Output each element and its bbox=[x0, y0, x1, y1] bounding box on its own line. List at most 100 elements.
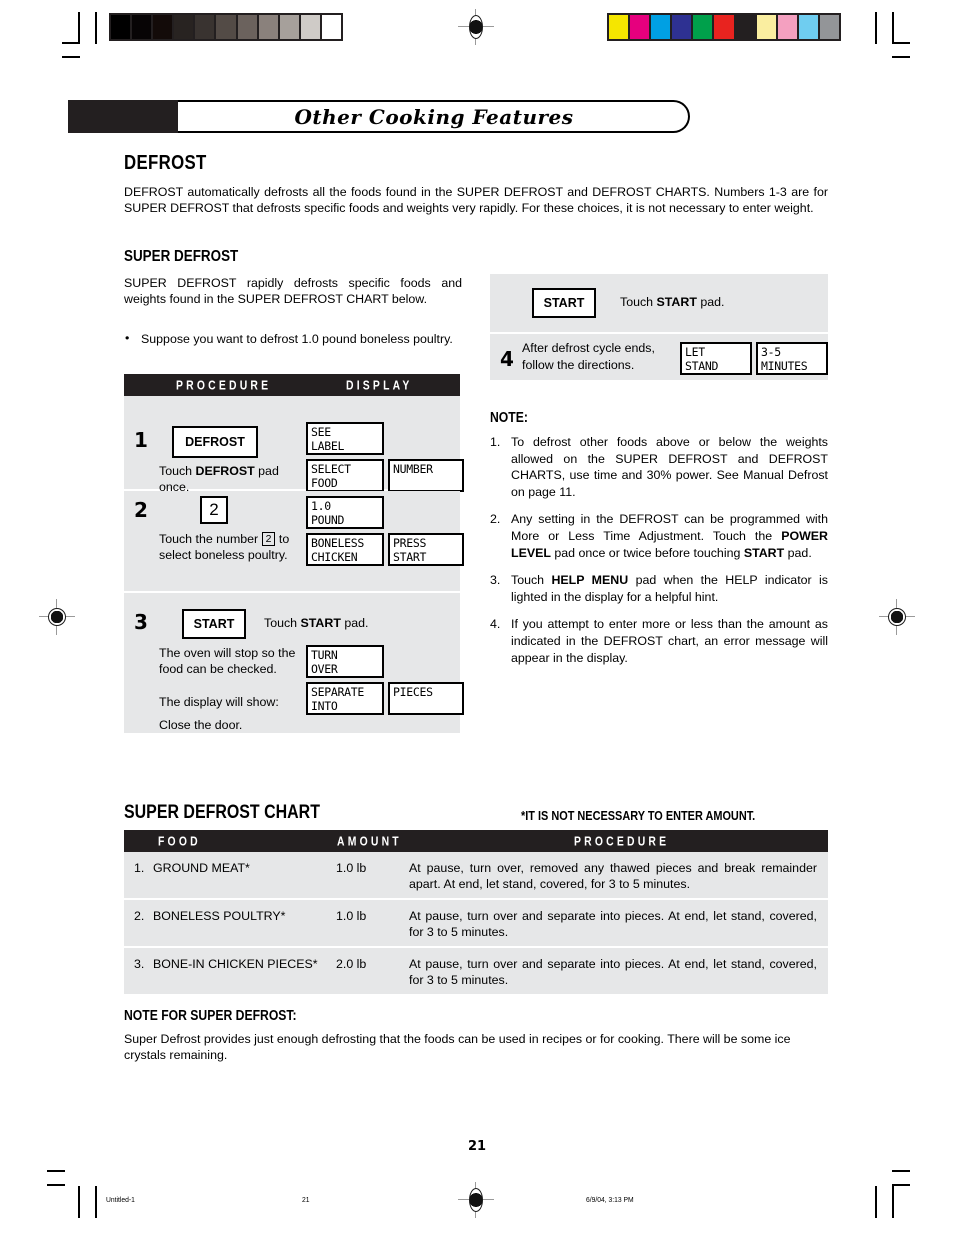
color-swatch bbox=[798, 15, 818, 39]
note-item-text: pad once or twice before touching bbox=[550, 545, 744, 560]
chart-cell-procedure: At pause, turn over, removed any thawed … bbox=[409, 861, 817, 892]
crop-mark-tr-h bbox=[892, 42, 910, 44]
step-3-cont-caption-post: pad. bbox=[696, 295, 725, 309]
chart-row-index: 2. bbox=[134, 909, 145, 923]
crop-mark-bl-v bbox=[78, 1186, 80, 1218]
step-4-display-2: 3-5 MINUTES bbox=[756, 342, 828, 375]
crop-mark-br-h2 bbox=[892, 1170, 910, 1172]
color-swatch bbox=[651, 15, 671, 39]
step-3-caption-3: The display will show: bbox=[159, 695, 279, 709]
chart-cell-food: 1. GROUND MEAT* bbox=[134, 860, 334, 876]
footer-file-name: Untitled-1 bbox=[106, 1195, 135, 1204]
procedure-step-3-cont: START Touch START pad. bbox=[490, 274, 828, 334]
step-3-display-3: PIECES bbox=[388, 682, 464, 715]
chart-note-body: Super Defrost provides just enough defro… bbox=[124, 1032, 791, 1063]
note-item-text: If you attempt to enter more or less tha… bbox=[511, 617, 828, 665]
step-2-caption: Touch the number 2 to select boneless po… bbox=[159, 531, 301, 564]
color-swatch bbox=[630, 15, 650, 39]
crop-mark-tr-v2 bbox=[892, 12, 894, 44]
note-item-text: To defrost other foods above or below th… bbox=[511, 435, 828, 499]
subsection-intro: SUPER DEFROST rapidly defrosts specific … bbox=[124, 276, 462, 307]
step-1-caption-bold: DEFROST bbox=[195, 464, 255, 478]
step-3-caption-2: The oven will stop so the food can be ch… bbox=[159, 646, 296, 677]
crop-mark-tr-v bbox=[875, 12, 877, 44]
note-list: 1. To defrost other foods above or below … bbox=[490, 434, 828, 677]
crop-mark-bl-v2 bbox=[95, 1186, 97, 1218]
note-item: 3. Touch HELP MENU pad when the HELP indi… bbox=[490, 572, 828, 605]
registration-mark-bottom bbox=[458, 1182, 494, 1218]
step-2-display-2: BONELESS CHICKEN bbox=[306, 533, 384, 566]
crop-mark-tl-v bbox=[78, 12, 80, 44]
step-1-defrost-pad[interactable]: DEFROST bbox=[172, 426, 258, 458]
color-swatch bbox=[777, 15, 797, 39]
step-3-caption-pre: Touch bbox=[264, 616, 301, 630]
banner-black-block bbox=[68, 100, 184, 133]
procedure-step-4: 4 After defrost cycle ends, follow the d… bbox=[490, 334, 828, 382]
note-item-number: 2. bbox=[490, 512, 501, 527]
color-swatch bbox=[756, 15, 776, 39]
note-item: 2. Any setting in the DEFROST can be prog… bbox=[490, 511, 828, 561]
chart-cell-amount: 1.0 lb bbox=[336, 909, 367, 923]
chart-row: 1. GROUND MEAT* 1.0 lb At pause, turn over,… bbox=[124, 852, 828, 900]
chart-col-procedure: PROCEDURE bbox=[574, 833, 670, 849]
step-2-number: 2 bbox=[134, 498, 148, 522]
crop-mark-tl-v2 bbox=[95, 12, 97, 44]
chart-cell-amount: 1.0 lb bbox=[336, 861, 367, 875]
step-3-start-pad[interactable]: START bbox=[182, 609, 246, 639]
procedure-step-2: 2 2 Touch the number 2 to select boneles… bbox=[124, 491, 464, 593]
step-4-number: 4 bbox=[500, 347, 514, 371]
step-3-cont-caption: Touch START pad. bbox=[620, 294, 810, 310]
chart-row-index: 3. bbox=[134, 957, 145, 971]
note-item-number: 3. bbox=[490, 573, 501, 588]
step-3-cont-caption-pre: Touch bbox=[620, 295, 657, 309]
chart-col-food: FOOD bbox=[158, 833, 201, 849]
crop-mark-br-h bbox=[892, 1184, 910, 1186]
chart-rows-container: 1. GROUND MEAT* 1.0 lb At pause, turn over,… bbox=[124, 852, 828, 996]
grayscale-swatch bbox=[174, 15, 194, 39]
step-3-number: 3 bbox=[134, 610, 148, 634]
super-defrost-chart: FOOD AMOUNT PROCEDURE 1. GROUND MEAT* 1.0 … bbox=[124, 830, 828, 996]
registration-mark-right bbox=[879, 599, 915, 635]
step-3-caption-4: Close the door. bbox=[159, 718, 243, 732]
chart-food-name: BONELESS POULTRY* bbox=[153, 909, 286, 923]
chart-cell-amount: 2.0 lb bbox=[336, 957, 367, 971]
chart-table-header: FOOD AMOUNT PROCEDURE bbox=[124, 830, 828, 852]
chart-col-amount: AMOUNT bbox=[337, 833, 402, 849]
step-3-cont-start-pad[interactable]: START bbox=[532, 288, 596, 318]
crop-mark-tl-h2 bbox=[62, 56, 80, 58]
step-3-display-1: TURN OVER bbox=[306, 645, 384, 678]
step-2-inline-number-box: 2 bbox=[261, 532, 276, 546]
note-item-number: 4. bbox=[490, 617, 501, 632]
subsection-title: SUPER DEFROST bbox=[124, 248, 239, 265]
color-swatch bbox=[735, 15, 755, 39]
step-1-number: 1 bbox=[134, 428, 148, 452]
procedure-table: PROCEDURE DISPLAY 1 DEFROST Touch DEFROS… bbox=[124, 374, 464, 735]
color-swatch bbox=[609, 15, 629, 39]
crop-mark-bl-h2 bbox=[47, 1170, 65, 1172]
crop-mark-br-v bbox=[875, 1186, 877, 1218]
step-3-cont-caption-bold: START bbox=[656, 295, 697, 309]
chart-title: SUPER DEFROST CHART bbox=[124, 802, 320, 823]
chart-row: 3. BONE-IN CHICKEN PIECES* 2.0 lb At pause,… bbox=[124, 948, 828, 996]
grayscale-swatch bbox=[300, 15, 320, 39]
chart-footnote: *IT IS NOT NECESSARY TO ENTER AMOUNT. bbox=[521, 808, 756, 823]
step-3-caption: Touch START pad. bbox=[264, 615, 444, 631]
banner-title: Other Cooking Features bbox=[294, 104, 574, 129]
chart-row-index: 1. bbox=[134, 861, 145, 875]
chart-cell-food: 3. BONE-IN CHICKEN PIECES* bbox=[134, 956, 334, 972]
grayscale-swatch bbox=[321, 15, 342, 39]
grayscale-swatch bbox=[132, 15, 152, 39]
step-3-display-2: SEPARATE INTO bbox=[306, 682, 384, 715]
chart-food-name: GROUND MEAT* bbox=[153, 861, 250, 875]
grayscale-color-bar bbox=[109, 13, 343, 41]
crop-mark-tl-h bbox=[62, 42, 80, 44]
step-2-caption-pre: Touch the number bbox=[159, 532, 262, 546]
grayscale-swatch bbox=[258, 15, 278, 39]
note-item-emphasis: HELP MENU bbox=[551, 573, 629, 588]
step-2-number-pad[interactable]: 2 bbox=[200, 496, 228, 524]
color-swatch bbox=[693, 15, 713, 39]
section-intro: DEFROST automatically defrosts all the f… bbox=[124, 185, 828, 216]
procedure-table-header: PROCEDURE DISPLAY bbox=[124, 374, 460, 396]
registration-mark-left bbox=[39, 599, 75, 635]
step-1-caption-pre: Touch bbox=[159, 464, 196, 478]
